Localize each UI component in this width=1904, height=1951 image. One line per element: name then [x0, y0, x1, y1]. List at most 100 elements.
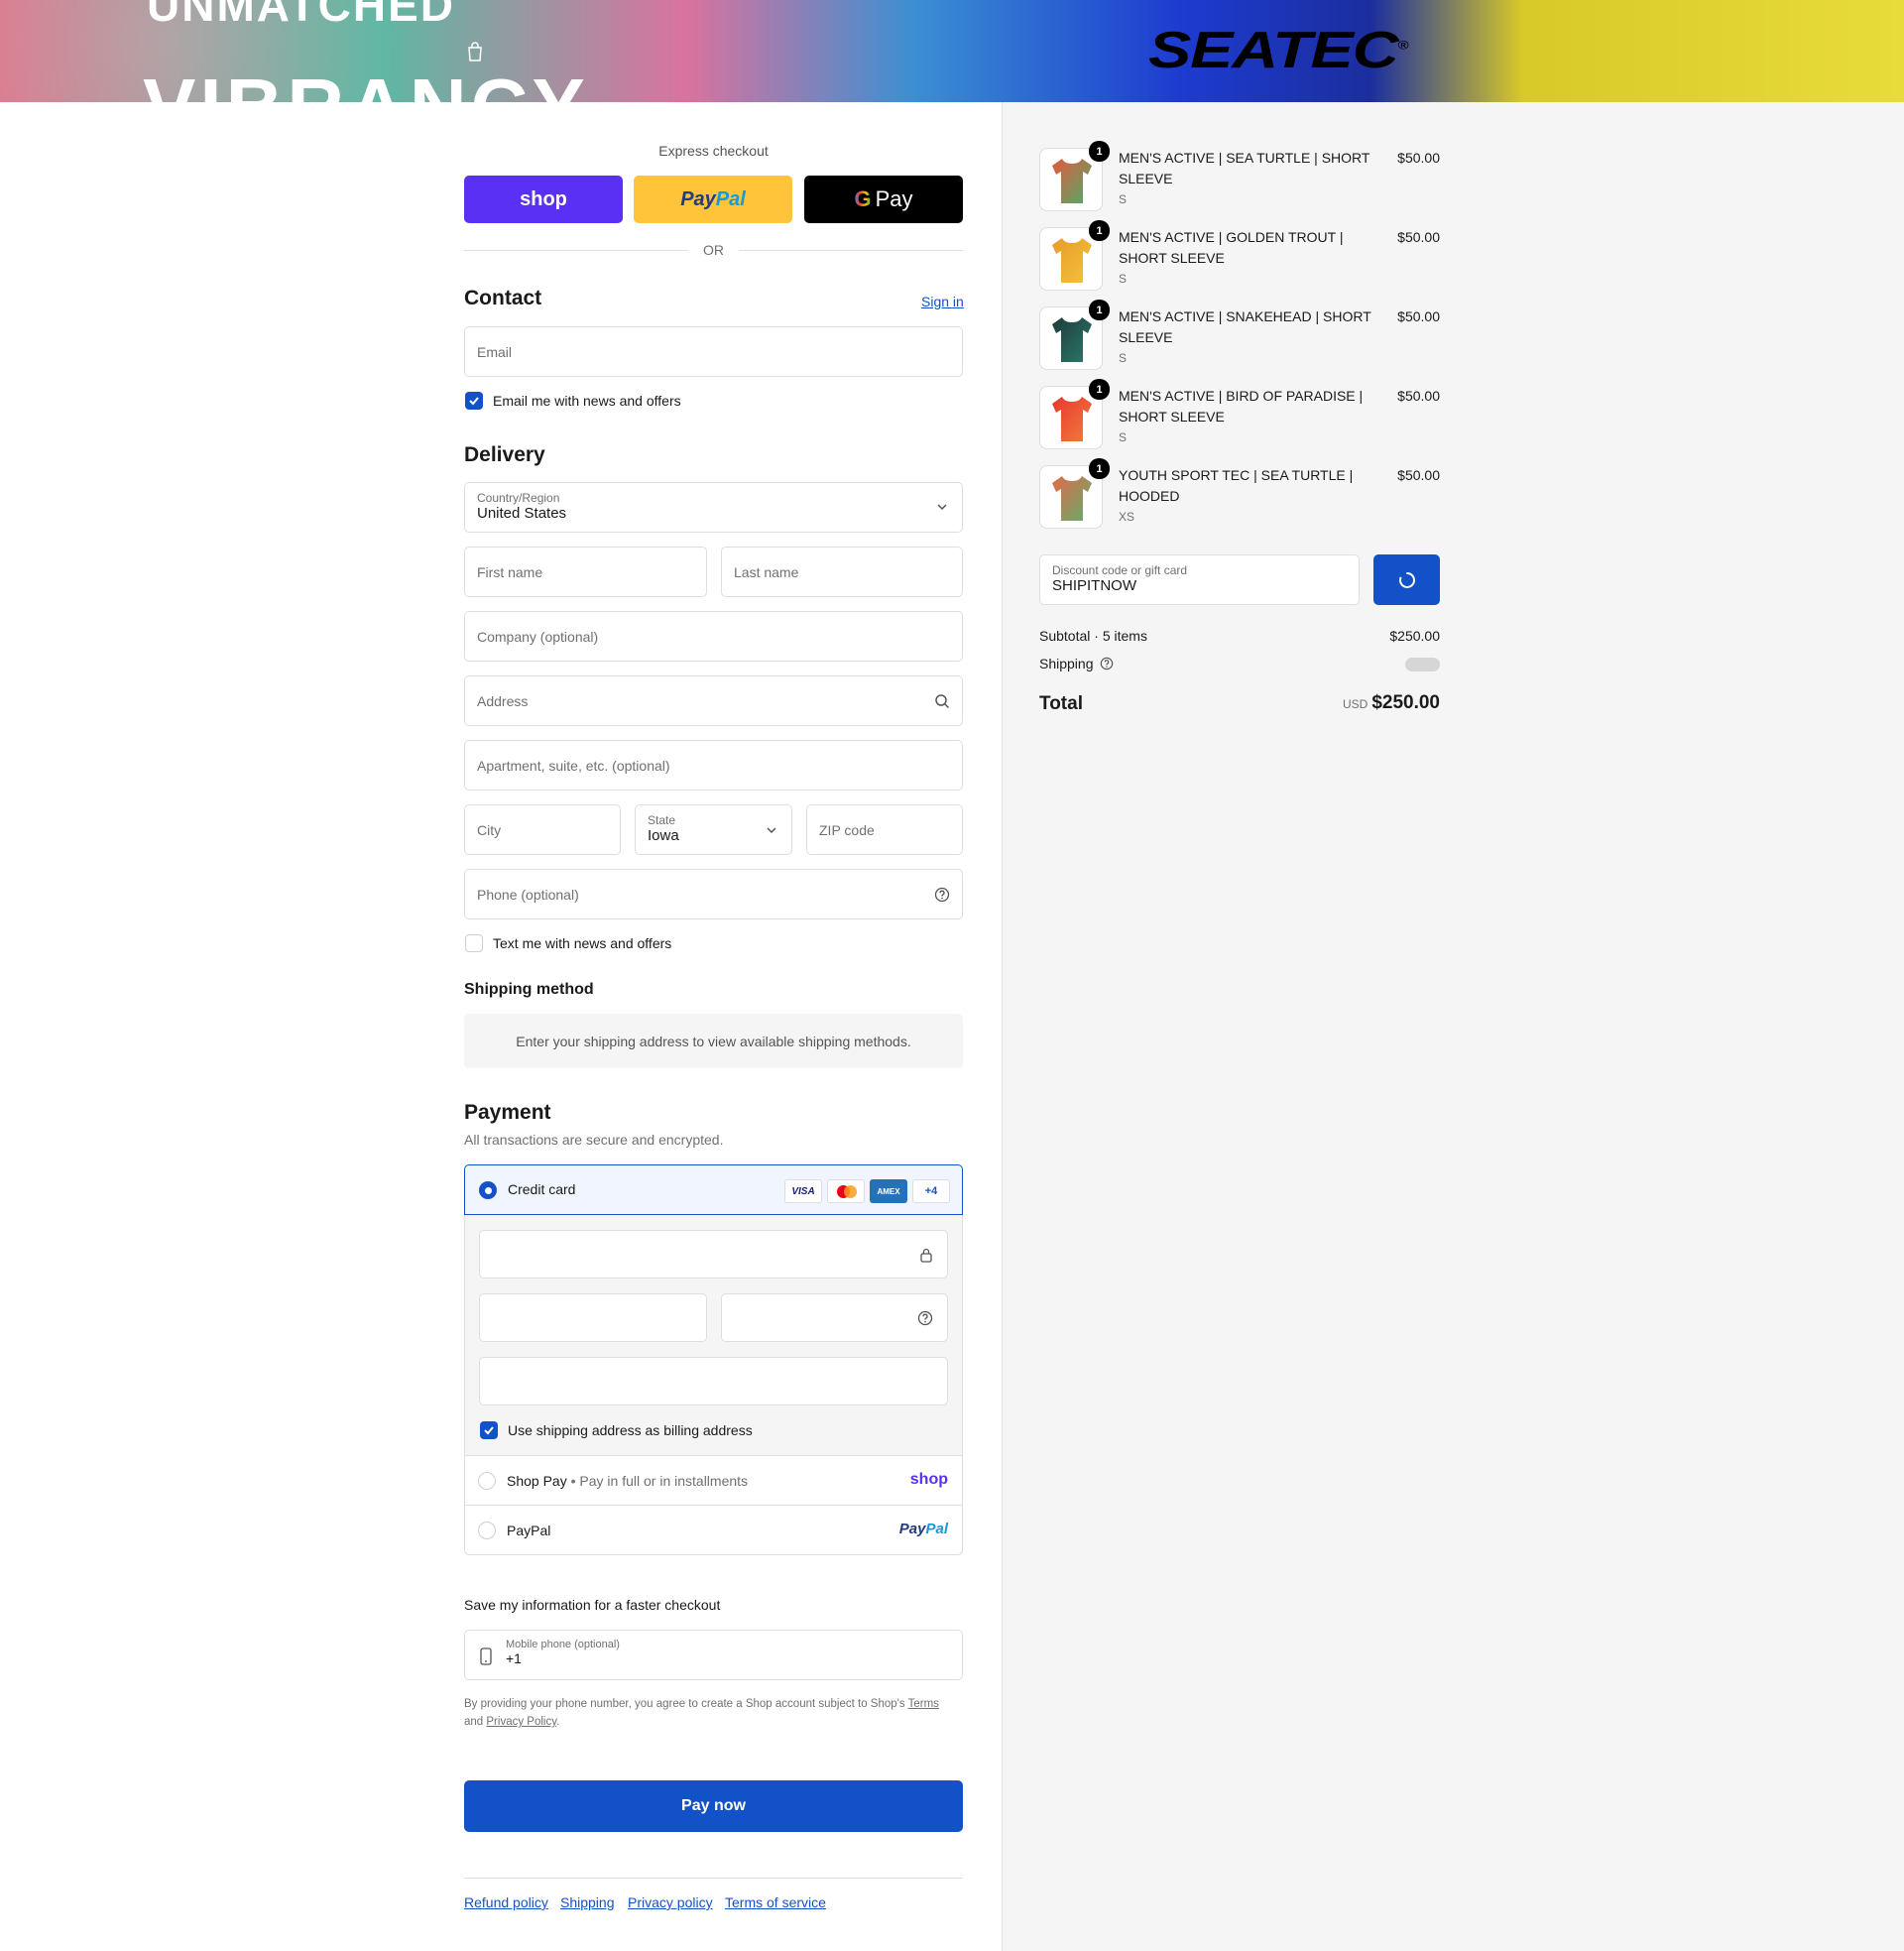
paypal-radio[interactable]: [478, 1522, 496, 1539]
last-name-field[interactable]: Last name: [721, 547, 963, 597]
shipping-row-label: Shipping: [1039, 656, 1114, 671]
mobile-phone-field[interactable]: Mobile phone (optional) +1: [464, 1630, 963, 1680]
payment-title: Payment: [464, 1101, 551, 1124]
first-name-field[interactable]: First name: [464, 547, 707, 597]
shop-pay-radio[interactable]: [478, 1472, 496, 1490]
product-variant: XS: [1119, 510, 1135, 524]
security-code-field[interactable]: [721, 1293, 948, 1342]
save-info-title: Save my information for a faster checkou…: [464, 1597, 721, 1613]
product-price: $50.00: [1397, 467, 1440, 483]
paypal-button[interactable]: Pay Pal: [634, 176, 792, 223]
quantity-badge: 1: [1089, 141, 1110, 162]
product-name-line-1: MEN'S ACTIVE | SEA TURTLE | SHORT: [1119, 150, 1370, 166]
discount-code-field[interactable]: Discount code or gift card SHIPITNOW: [1039, 554, 1360, 605]
credit-card-radio[interactable]: [479, 1181, 497, 1199]
chevron-down-icon: [937, 504, 947, 511]
product-price: $50.00: [1397, 150, 1440, 166]
quantity-badge: 1: [1089, 458, 1110, 479]
google-pay-button[interactable]: G Pay: [804, 176, 963, 223]
address-field[interactable]: Address: [464, 675, 963, 726]
billing-same-label: Use shipping address as billing address: [508, 1422, 753, 1438]
phone-field[interactable]: Phone (optional): [464, 869, 963, 919]
delivery-title: Delivery: [464, 443, 545, 466]
mastercard-icon: [827, 1179, 865, 1203]
check-icon: [469, 397, 479, 406]
shop-pay-option[interactable]: Shop Pay • Pay in full or in installment…: [465, 1455, 962, 1505]
visa-icon: VISA: [784, 1179, 822, 1203]
terms-link[interactable]: Terms: [908, 1698, 939, 1710]
product-name-line-1: MEN'S ACTIVE | SNAKEHEAD | SHORT: [1119, 308, 1371, 324]
product-variant: S: [1119, 430, 1128, 444]
product-price: $50.00: [1397, 308, 1440, 324]
card-number-field[interactable]: [479, 1230, 948, 1279]
credit-card-option[interactable]: Credit card VISA AMEX +4: [464, 1164, 963, 1215]
phone-disclaimer: By providing your phone number, you agre…: [464, 1698, 939, 1728]
product-name-line-2: SHORT SLEEVE: [1119, 409, 1225, 425]
product-name-line-2: SHORT SLEEVE: [1119, 250, 1225, 266]
hero-line-1: UNMATCHED: [147, 0, 456, 31]
product-name-line-2: HOODED: [1119, 488, 1180, 504]
refund-policy-link[interactable]: Refund policy: [464, 1894, 548, 1910]
sign-in-link[interactable]: Sign in: [921, 294, 964, 309]
express-checkout-title: Express checkout: [658, 143, 769, 159]
product-price: $50.00: [1397, 229, 1440, 245]
name-on-card-field[interactable]: [479, 1357, 948, 1405]
paypal-option[interactable]: PayPal PayPal: [465, 1505, 962, 1554]
shipping-link[interactable]: Shipping: [560, 1894, 615, 1910]
search-icon: [935, 694, 950, 709]
amex-icon: AMEX: [870, 1179, 907, 1203]
product-variant: S: [1119, 351, 1128, 365]
help-circle-icon[interactable]: [934, 887, 950, 903]
contact-title: Contact: [464, 287, 542, 309]
chevron-down-icon: [767, 827, 776, 834]
cart-item: 1 YOUTH SPORT TEC | SEA TURTLE | HOODED XS $…: [1039, 458, 1440, 531]
apply-discount-button[interactable]: [1373, 554, 1440, 605]
subtotal-label: Subtotal · 5 items: [1039, 628, 1147, 644]
shop-pay-button[interactable]: shop: [464, 176, 623, 223]
order-summary-panel: [1002, 102, 1904, 1951]
text-news-checkbox[interactable]: [465, 934, 483, 952]
pay-now-button[interactable]: Pay now: [464, 1780, 963, 1832]
credit-card-label: Credit card: [508, 1181, 576, 1197]
privacy-policy-link[interactable]: Privacy Policy: [486, 1716, 556, 1728]
shop-pay-logo: shop: [909, 1471, 948, 1488]
state-select[interactable]: State Iowa: [635, 804, 792, 855]
privacy-policy-footer-link[interactable]: Privacy policy: [628, 1894, 713, 1910]
loading-spinner-icon: [1398, 571, 1415, 588]
divider-left: [464, 250, 688, 251]
shopping-bag-icon[interactable]: [466, 42, 484, 61]
divider-or: OR: [703, 242, 724, 258]
email-field[interactable]: Email: [464, 326, 963, 377]
subtotal-value: $250.00: [1389, 628, 1440, 644]
expiration-field[interactable]: [479, 1293, 707, 1342]
cart-item: 1 MEN'S ACTIVE | SEA TURTLE | SHORT SLEEVE…: [1039, 141, 1440, 213]
check-icon: [484, 1426, 494, 1435]
help-circle-icon[interactable]: [1100, 657, 1114, 671]
currency-code: USD: [1342, 697, 1368, 711]
email-news-checkbox[interactable]: [465, 392, 483, 410]
apartment-field[interactable]: Apartment, suite, etc. (optional): [464, 740, 963, 791]
hero-line-2: VIBRANCY: [143, 61, 589, 102]
country-select[interactable]: Country/Region United States: [464, 482, 963, 533]
divider-right: [739, 250, 963, 251]
product-name-line-2: SLEEVE: [1119, 329, 1173, 345]
product-name-line-1: MEN'S ACTIVE | BIRD OF PARADISE |: [1119, 388, 1364, 404]
email-news-label: Email me with news and offers: [493, 393, 681, 409]
product-name-line-1: YOUTH SPORT TEC | SEA TURTLE |: [1119, 467, 1354, 483]
company-field[interactable]: Company (optional): [464, 611, 963, 662]
city-field[interactable]: City: [464, 804, 621, 855]
product-price: $50.00: [1397, 388, 1440, 404]
terms-of-service-link[interactable]: Terms of service: [725, 1894, 826, 1910]
billing-same-checkbox[interactable]: [480, 1421, 498, 1439]
footer-divider: [464, 1878, 963, 1879]
product-name-line-2: SLEEVE: [1119, 171, 1173, 186]
zip-field[interactable]: ZIP code: [806, 804, 963, 855]
shipping-method-notice: Enter your shipping address to view avai…: [464, 1014, 963, 1068]
paypal-label: PayPal: [507, 1523, 551, 1538]
quantity-badge: 1: [1089, 379, 1110, 400]
more-cards-badge[interactable]: +4: [912, 1179, 950, 1203]
brand-logo[interactable]: SEATEC®: [1148, 25, 1408, 76]
help-circle-icon[interactable]: [917, 1310, 933, 1326]
product-name-line-1: MEN'S ACTIVE | GOLDEN TROUT |: [1119, 229, 1344, 245]
shipping-method-title: Shipping method: [464, 981, 594, 998]
